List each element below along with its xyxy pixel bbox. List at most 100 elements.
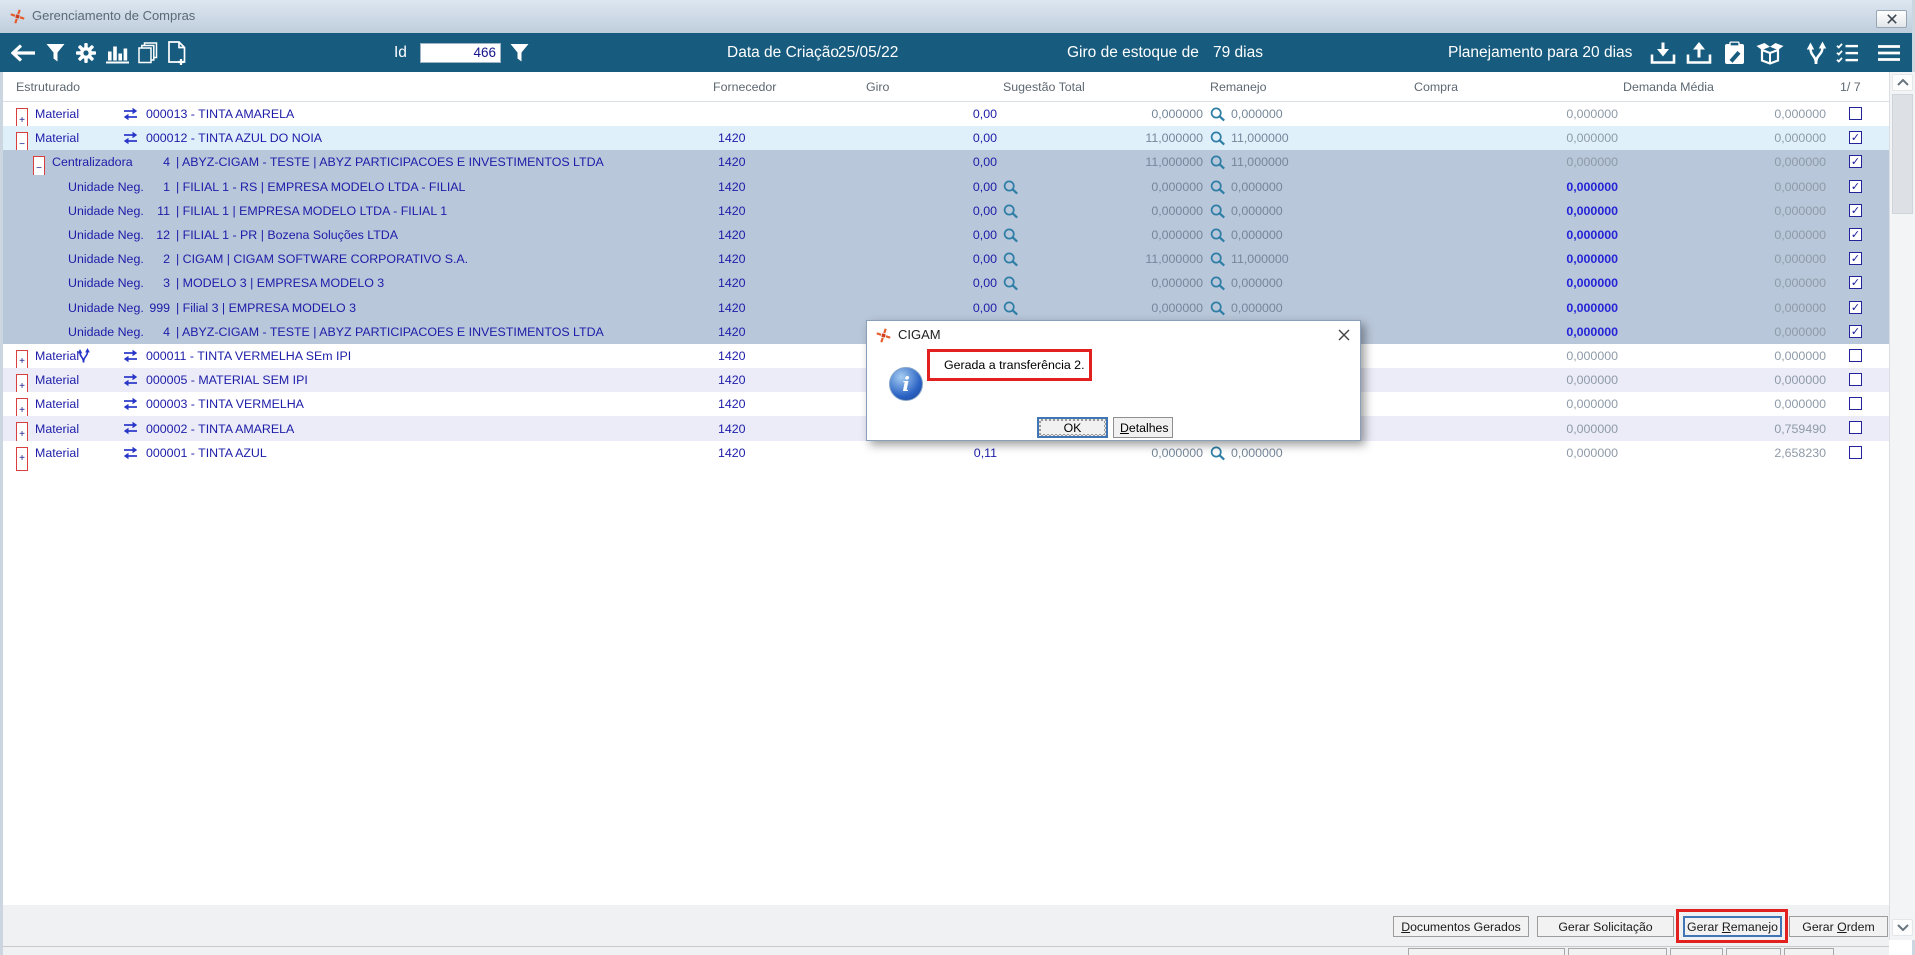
magnifier-icon[interactable] bbox=[1003, 252, 1019, 267]
gerar-solicitacao-button[interactable]: Gerar Solicitação bbox=[1537, 916, 1674, 937]
column-header-sugestao-total[interactable]: Sugestão Total bbox=[1003, 80, 1085, 94]
column-header-remanejo[interactable]: Remanejo bbox=[1210, 80, 1266, 94]
scroll-up-button[interactable] bbox=[1892, 74, 1913, 91]
stock-turn-value: 79 dias bbox=[1213, 43, 1263, 61]
magnifier-icon[interactable] bbox=[1003, 301, 1019, 316]
column-header-compra[interactable]: Compra bbox=[1414, 80, 1458, 94]
cutoff-button bbox=[1670, 948, 1723, 955]
magnifier-icon[interactable] bbox=[1210, 276, 1226, 291]
row-checkbox[interactable] bbox=[1849, 445, 1862, 459]
magnifier-icon[interactable] bbox=[1210, 204, 1226, 219]
row-checkbox[interactable]: ✓ bbox=[1849, 155, 1862, 169]
dialog-titlebar[interactable]: CIGAM bbox=[867, 321, 1360, 349]
purchase-management-window: Gerenciamento de Compras Id Data de Cria… bbox=[0, 0, 1915, 955]
copy-button[interactable] bbox=[137, 41, 159, 64]
magnifier-icon[interactable] bbox=[1210, 131, 1226, 146]
magnifier-icon[interactable] bbox=[1210, 155, 1226, 170]
upload-button[interactable] bbox=[1686, 41, 1712, 64]
branch-button[interactable] bbox=[1804, 41, 1829, 65]
magnifier-icon[interactable] bbox=[1210, 107, 1226, 122]
row-checkbox[interactable]: ✓ bbox=[1849, 131, 1862, 145]
demanda-value: 0,000000 bbox=[1774, 203, 1826, 218]
column-header-estruturado[interactable]: Estruturado bbox=[16, 80, 80, 94]
vertical-scrollbar[interactable] bbox=[1889, 72, 1915, 940]
fornecedor-value: 1420 bbox=[718, 445, 746, 460]
sugestao-value: 11,000000 bbox=[1145, 155, 1203, 170]
magnifier-icon[interactable] bbox=[1210, 252, 1226, 267]
column-header-demanda-media[interactable]: Demanda Média bbox=[1623, 80, 1714, 94]
row-checkbox[interactable]: ✓ bbox=[1849, 203, 1862, 217]
swap-icon bbox=[123, 131, 138, 145]
download-button[interactable] bbox=[1650, 41, 1676, 64]
scrollbar-thumb[interactable] bbox=[1892, 94, 1913, 214]
row-checkbox[interactable]: ✓ bbox=[1849, 227, 1862, 241]
table-row[interactable]: Unidade Neg. 2 | CIGAM | CIGAM SOFTWARE CO… bbox=[0, 247, 1889, 272]
table-row[interactable]: Unidade Neg. 11 | FILIAL 1 | EMPRESA MODEL… bbox=[0, 198, 1889, 223]
table-row[interactable]: + Material 000013 - TINTA AMARELA 0,00 0,000… bbox=[0, 102, 1889, 133]
table-row[interactable]: Unidade Neg. 3 | MODELO 3 | EMPRESA MODELO… bbox=[0, 271, 1889, 296]
id-input[interactable] bbox=[420, 42, 501, 63]
row-checkbox[interactable]: ✓ bbox=[1849, 252, 1862, 266]
clipboard-button[interactable] bbox=[1724, 41, 1745, 64]
back-button[interactable] bbox=[11, 43, 36, 62]
column-header-fornecedor[interactable]: Fornecedor bbox=[713, 80, 776, 94]
row-checkbox[interactable] bbox=[1849, 107, 1862, 120]
remanejo-value: 11,000000 bbox=[1231, 131, 1289, 146]
id-label: Id bbox=[394, 43, 407, 61]
table-row[interactable]: Unidade Neg. 1 | FILIAL 1 - RS | EMPRESA M… bbox=[0, 174, 1889, 199]
magnifier-icon[interactable] bbox=[1003, 204, 1019, 219]
planning-label: Planejamento para 20 dias bbox=[1448, 43, 1633, 61]
sugestao-value: 0,000000 bbox=[1151, 276, 1203, 291]
table-row[interactable]: − Material 000012 - TINTA AZUL DO NOIA 1420… bbox=[0, 126, 1889, 157]
dialog-close-button[interactable] bbox=[1338, 328, 1350, 346]
row-checkbox[interactable] bbox=[1849, 397, 1862, 411]
compra-value: 0,000000 bbox=[1566, 252, 1618, 267]
back-icon bbox=[11, 43, 35, 62]
row-level-label: Material bbox=[35, 421, 80, 436]
demanda-value: 0,000000 bbox=[1774, 397, 1826, 412]
magnifier-icon[interactable] bbox=[1003, 180, 1019, 195]
column-header-giro[interactable]: Giro bbox=[866, 80, 889, 94]
documentos-gerados-button[interactable]: Documentos Gerados bbox=[1393, 916, 1529, 937]
row-checkbox[interactable]: ✓ bbox=[1849, 324, 1862, 338]
menu-button[interactable] bbox=[1877, 44, 1901, 61]
row-checkbox[interactable] bbox=[1849, 348, 1862, 362]
row-checkbox[interactable]: ✓ bbox=[1849, 300, 1862, 314]
magnifier-icon[interactable] bbox=[1210, 228, 1226, 243]
magnifier-icon[interactable] bbox=[1210, 301, 1226, 316]
close-icon bbox=[1338, 329, 1350, 341]
chart-button[interactable] bbox=[105, 42, 130, 63]
gerar-ordem-button[interactable]: Gerar Ordem bbox=[1789, 916, 1888, 937]
window-close-button[interactable] bbox=[1876, 10, 1907, 28]
ok-button[interactable]: OK bbox=[1037, 417, 1108, 438]
table-row[interactable]: − Centralizadora 4 | ABYZ-CIGAM - TESTE | A… bbox=[0, 150, 1889, 181]
checklist-button[interactable] bbox=[1836, 42, 1859, 63]
magnifier-icon[interactable] bbox=[1003, 228, 1019, 243]
magnifier-icon[interactable] bbox=[1210, 180, 1226, 195]
row-checkbox[interactable]: ✓ bbox=[1849, 179, 1862, 193]
stock-turn-label: Giro de estoque de bbox=[1067, 43, 1199, 61]
package-button[interactable] bbox=[1755, 41, 1785, 64]
row-checkbox[interactable] bbox=[1849, 421, 1862, 435]
filter-button[interactable] bbox=[46, 43, 65, 62]
new-document-button[interactable] bbox=[167, 40, 187, 65]
table-row[interactable]: Unidade Neg. 12 | FILIAL 1 - PR | Bozena S… bbox=[0, 222, 1889, 248]
cigam-logo-icon bbox=[876, 328, 891, 348]
remanejo-value: 0,000000 bbox=[1231, 107, 1283, 122]
row-level-label: Material bbox=[35, 107, 80, 122]
demanda-value: 0,000000 bbox=[1774, 179, 1826, 194]
row-checkbox[interactable]: ✓ bbox=[1849, 276, 1862, 290]
table-row[interactable]: Unidade Neg. 999 | Filial 3 | EMPRESA MODE… bbox=[0, 295, 1889, 320]
magnifier-icon[interactable] bbox=[1210, 446, 1226, 461]
id-filter-button[interactable] bbox=[510, 43, 529, 62]
gerar-remanejo-button[interactable]: Gerar Remanejo bbox=[1683, 916, 1782, 937]
row-checkbox[interactable] bbox=[1849, 373, 1862, 387]
scroll-down-button[interactable] bbox=[1892, 919, 1913, 936]
expand-icon[interactable]: + bbox=[16, 446, 28, 471]
row-level-label: Material bbox=[35, 131, 80, 146]
settings-button[interactable] bbox=[75, 42, 97, 64]
magnifier-icon[interactable] bbox=[1003, 276, 1019, 291]
detalhes-button[interactable]: Detalhes bbox=[1113, 417, 1173, 438]
table-row[interactable]: + Material 000001 - TINTA AZUL 1420 0,11 0,00… bbox=[0, 440, 1889, 471]
clipboard-edit-icon bbox=[1725, 41, 1744, 64]
